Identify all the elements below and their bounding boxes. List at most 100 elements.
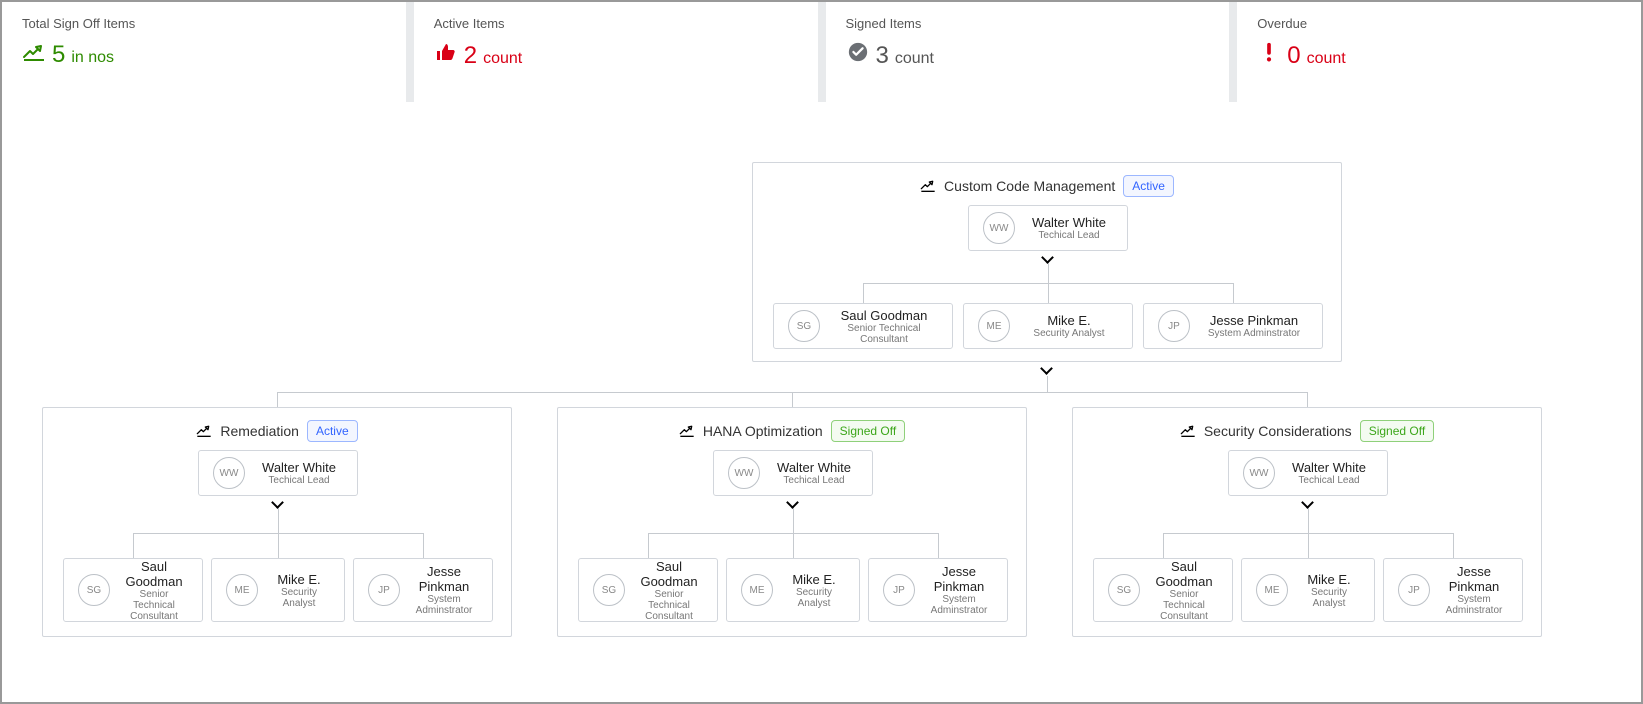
- person-role: Senior Technical Consultant: [1150, 589, 1218, 622]
- person-name: Saul Goodman: [1150, 559, 1218, 589]
- connector: [648, 533, 649, 558]
- org-tree: Custom Code ManagementActiveWWWalter Whi…: [2, 102, 1641, 702]
- person-role: System Adminstrator: [925, 594, 993, 616]
- stat-unit: count: [895, 50, 934, 68]
- person-node[interactable]: SGSaul GoodmanSenior Technical Consultan…: [1093, 558, 1233, 622]
- stat-unit: count: [483, 50, 522, 68]
- person-node[interactable]: WWWalter WhiteTechical Lead: [1228, 450, 1388, 496]
- stat-title: Active Items: [434, 16, 798, 31]
- stat-title: Signed Items: [846, 16, 1210, 31]
- group-title: Security Considerations: [1204, 423, 1352, 439]
- connector: [1308, 508, 1309, 533]
- stat-card: Active Items 2 count: [414, 2, 818, 102]
- chevron-down-icon: [273, 498, 285, 508]
- avatar: JP: [368, 574, 400, 606]
- signature-icon: [920, 179, 936, 193]
- person-role: Security Analyst: [783, 587, 845, 609]
- connector: [792, 392, 793, 407]
- stat-number: 0: [1287, 42, 1300, 70]
- connector: [1308, 533, 1309, 558]
- person-role: Senior Technical Consultant: [830, 323, 938, 345]
- connector: [133, 533, 134, 558]
- signoff-group-remediation[interactable]: Remediation Active WWWalter WhiteTechical …: [42, 407, 512, 637]
- person-name: Jesse Pinkman: [1440, 564, 1508, 594]
- person-node[interactable]: WWWalter WhiteTechical Lead: [198, 450, 358, 496]
- signature-icon: [22, 41, 46, 63]
- signoff-group-security[interactable]: Security Considerations Signed Off WWWalte…: [1072, 407, 1542, 637]
- person-name: Walter White: [1025, 215, 1113, 230]
- connector: [423, 533, 424, 558]
- connector: [1163, 533, 1164, 558]
- person-role: Techical Lead: [770, 475, 858, 486]
- person-name: Mike E.: [268, 572, 330, 587]
- person-role: Techical Lead: [255, 475, 343, 486]
- person-node[interactable]: JPJesse PinkmanSystem Adminstrator: [1143, 303, 1323, 349]
- person-node[interactable]: ME Mike E.Security Analyst: [211, 558, 345, 622]
- connector: [863, 283, 864, 303]
- stat-unit: in nos: [71, 49, 114, 67]
- stat-unit: count: [1307, 50, 1346, 68]
- person-name: Walter White: [1285, 460, 1373, 475]
- person-node[interactable]: JPJesse PinkmanSystem Adminstrator: [868, 558, 1008, 622]
- stat-number: 2: [464, 42, 477, 70]
- signature-icon: [196, 424, 212, 438]
- signoff-group-hana[interactable]: HANA OptimizationSigned OffWWWalter Whit…: [557, 407, 1027, 637]
- connector: [278, 508, 279, 533]
- person-node[interactable]: SGSaul GoodmanSenior Technical Consultan…: [63, 558, 203, 622]
- person-name: Saul Goodman: [635, 559, 703, 589]
- group-title: Remediation: [220, 423, 299, 439]
- stat-value: 3count: [846, 41, 1210, 70]
- stat-value: 0 count: [1257, 41, 1621, 70]
- stat-card: Signed Items 3count: [826, 2, 1230, 102]
- avatar: SG: [78, 574, 110, 606]
- person-name: Saul Goodman: [120, 559, 188, 589]
- person-node[interactable]: JPJesse PinkmanSystem Adminstrator: [1383, 558, 1523, 622]
- person-name: Walter White: [770, 460, 858, 475]
- avatar: JP: [1158, 310, 1190, 342]
- group-title: HANA Optimization: [703, 423, 823, 439]
- chevron-down-icon: [788, 498, 800, 508]
- person-name: Mike E.: [1020, 313, 1118, 328]
- chevron-down-icon: [1043, 253, 1055, 263]
- person-node[interactable]: MEMike E.Security Analyst: [726, 558, 860, 622]
- connector: [1048, 263, 1049, 283]
- person-role: System Adminstrator: [410, 594, 478, 616]
- avatar: ME: [1256, 574, 1288, 606]
- stat-number: 5: [52, 41, 65, 69]
- person-node[interactable]: MEMike E.Security Analyst: [963, 303, 1133, 349]
- stat-value: 2 count: [434, 41, 798, 70]
- person-node[interactable]: JPJesse PinkmanSystem Adminstrator: [353, 558, 493, 622]
- person-node[interactable]: WWWalter WhiteTechical Lead: [968, 205, 1128, 251]
- avatar: SG: [788, 310, 820, 342]
- stats-row: Total Sign Off Items5in nosActive Items2…: [2, 2, 1641, 102]
- person-role: System Adminstrator: [1200, 328, 1308, 339]
- avatar: ME: [226, 574, 258, 606]
- stat-card: Overdue 0 count: [1237, 2, 1641, 102]
- connector: [1048, 283, 1049, 303]
- thumbs-up-icon: [434, 41, 458, 63]
- exclaim-icon: [1257, 41, 1281, 63]
- person-node[interactable]: WWWalter WhiteTechical Lead: [713, 450, 873, 496]
- person-node[interactable]: MEMike E.Security Analyst: [1241, 558, 1375, 622]
- page: Total Sign Off Items5in nosActive Items2…: [0, 0, 1643, 704]
- connector: [278, 533, 279, 558]
- group-header: Security Considerations Signed Off: [1073, 420, 1541, 442]
- connector: [1307, 392, 1308, 407]
- status-badge: Active: [307, 420, 358, 442]
- chevron-down-icon: [1042, 364, 1054, 374]
- person-role: Security Analyst: [268, 587, 330, 609]
- signoff-group-root[interactable]: Custom Code ManagementActiveWWWalter Whi…: [752, 162, 1342, 362]
- person-node[interactable]: SGSaul GoodmanSenior Technical Consultan…: [773, 303, 953, 349]
- person-role: Techical Lead: [1285, 475, 1373, 486]
- stat-card: Total Sign Off Items5in nos: [2, 2, 406, 102]
- stat-title: Overdue: [1257, 16, 1621, 31]
- connector: [938, 533, 939, 558]
- connector: [1047, 376, 1048, 392]
- avatar: SG: [593, 574, 625, 606]
- person-role: System Adminstrator: [1440, 594, 1508, 616]
- avatar: WW: [213, 457, 245, 489]
- connector: [793, 533, 794, 558]
- connector: [1453, 533, 1454, 558]
- person-node[interactable]: SGSaul GoodmanSenior Technical Consultan…: [578, 558, 718, 622]
- status-badge: Signed Off: [1360, 420, 1434, 442]
